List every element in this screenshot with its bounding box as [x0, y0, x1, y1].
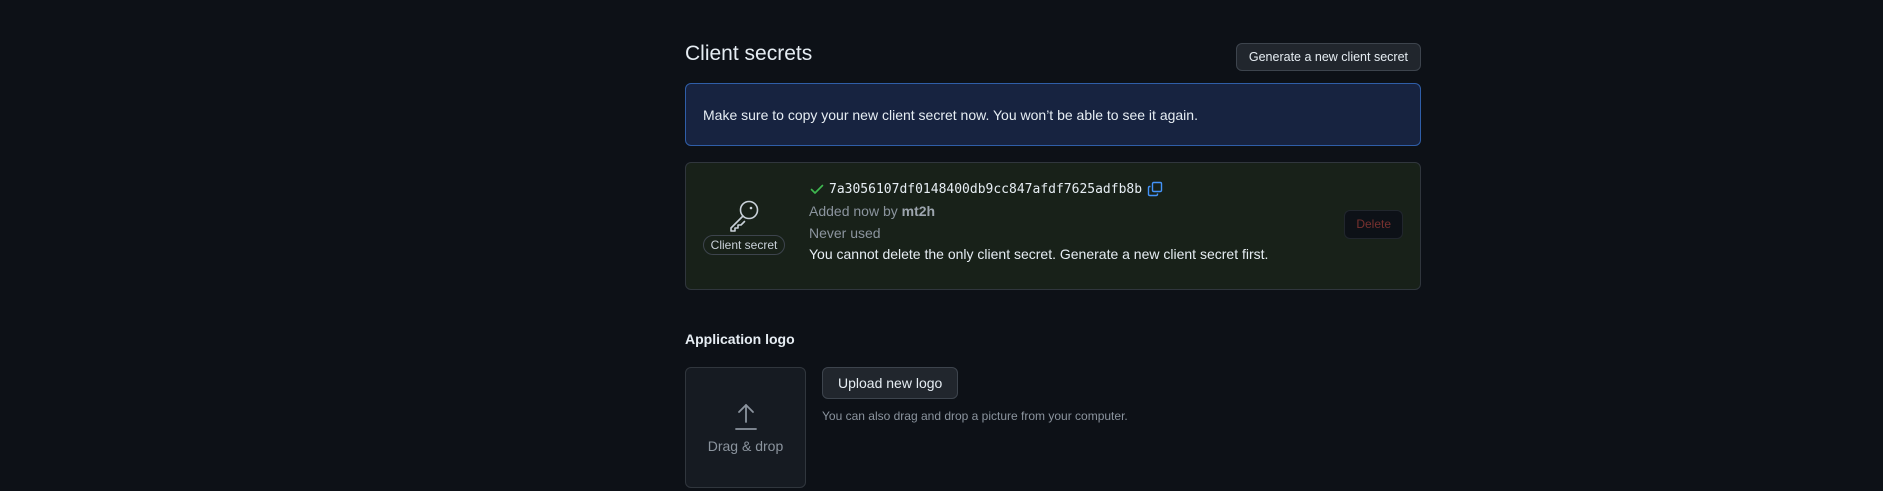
delete-secret-button[interactable]: Delete [1344, 210, 1403, 239]
upload-logo-button[interactable]: Upload new logo [822, 367, 959, 399]
copy-secret-flash: Make sure to copy your new client secret… [685, 83, 1421, 146]
client-secrets-header: Client secrets Generate a new client sec… [685, 42, 1421, 72]
check-icon [810, 184, 824, 194]
client-secret-item: Client secret 7a3056107df0148400db9cc847… [685, 162, 1421, 290]
dropzone-label: Drag & drop [707, 437, 784, 454]
secret-usage: Never used [809, 225, 881, 241]
delete-notice: You cannot delete the only client secret… [809, 246, 1269, 262]
generate-client-secret-button[interactable]: Generate a new client secret [1235, 43, 1421, 71]
added-by-user: mt2h [901, 203, 936, 219]
secret-details: 7a3056107df0148400db9cc847afdf7625adfb8b… [809, 179, 1268, 265]
logo-dropzone[interactable]: Drag & drop [685, 367, 806, 488]
key-icon [730, 200, 759, 232]
client-secret-badge: Client secret [702, 235, 786, 255]
added-prefix: Added now by [809, 203, 898, 219]
client-secrets-title: Client secrets [685, 42, 813, 65]
application-logo-title: Application logo [685, 331, 795, 347]
copy-icon[interactable] [1147, 181, 1163, 197]
secret-added-info: Added now by mt2h [809, 201, 1268, 221]
flash-message: Make sure to copy your new client secret… [703, 106, 1198, 123]
client-secret-value[interactable]: 7a3056107df0148400db9cc847afdf7625adfb8b [829, 182, 1142, 197]
upload-icon [734, 403, 757, 430]
secret-key-column: Client secret [702, 197, 786, 255]
upload-hint: You can also drag and drop a picture fro… [822, 409, 1128, 423]
secret-value-row: 7a3056107df0148400db9cc847afdf7625adfb8b [809, 179, 1268, 199]
